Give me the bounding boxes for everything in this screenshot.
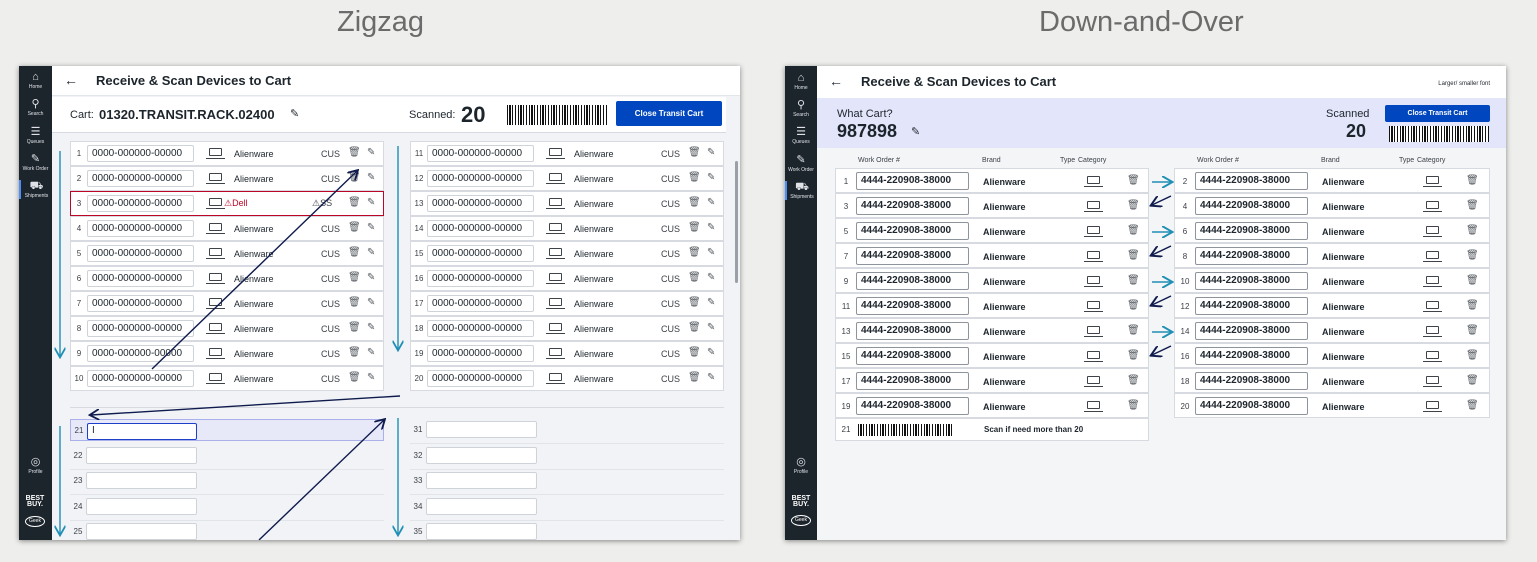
back-arrow bbox=[1152, 195, 1172, 205]
diagonal-arrow-lower bbox=[258, 420, 384, 540]
zigzag-arrows bbox=[19, 146, 740, 540]
transition-arrows bbox=[785, 66, 1506, 540]
back-arrow bbox=[1152, 245, 1172, 255]
caption-zigzag: Zigzag bbox=[337, 6, 425, 38]
return-arrow-left bbox=[91, 395, 401, 415]
diagonal-arrow-up bbox=[151, 171, 357, 370]
back-arrow bbox=[1152, 295, 1172, 305]
back-arrow bbox=[1152, 345, 1172, 355]
zigzag-screen: ⌂ Home ⚲ Search ☰ Queues ✎ Work Order ⛟ Shipm… bbox=[19, 66, 740, 540]
down-and-over-screen: ⌂ Home ⚲ Search ☰ Queues ✎ Work Order ⛟ Shipm… bbox=[785, 66, 1506, 540]
caption-down-and-over: Down-and-Over bbox=[1039, 6, 1244, 38]
